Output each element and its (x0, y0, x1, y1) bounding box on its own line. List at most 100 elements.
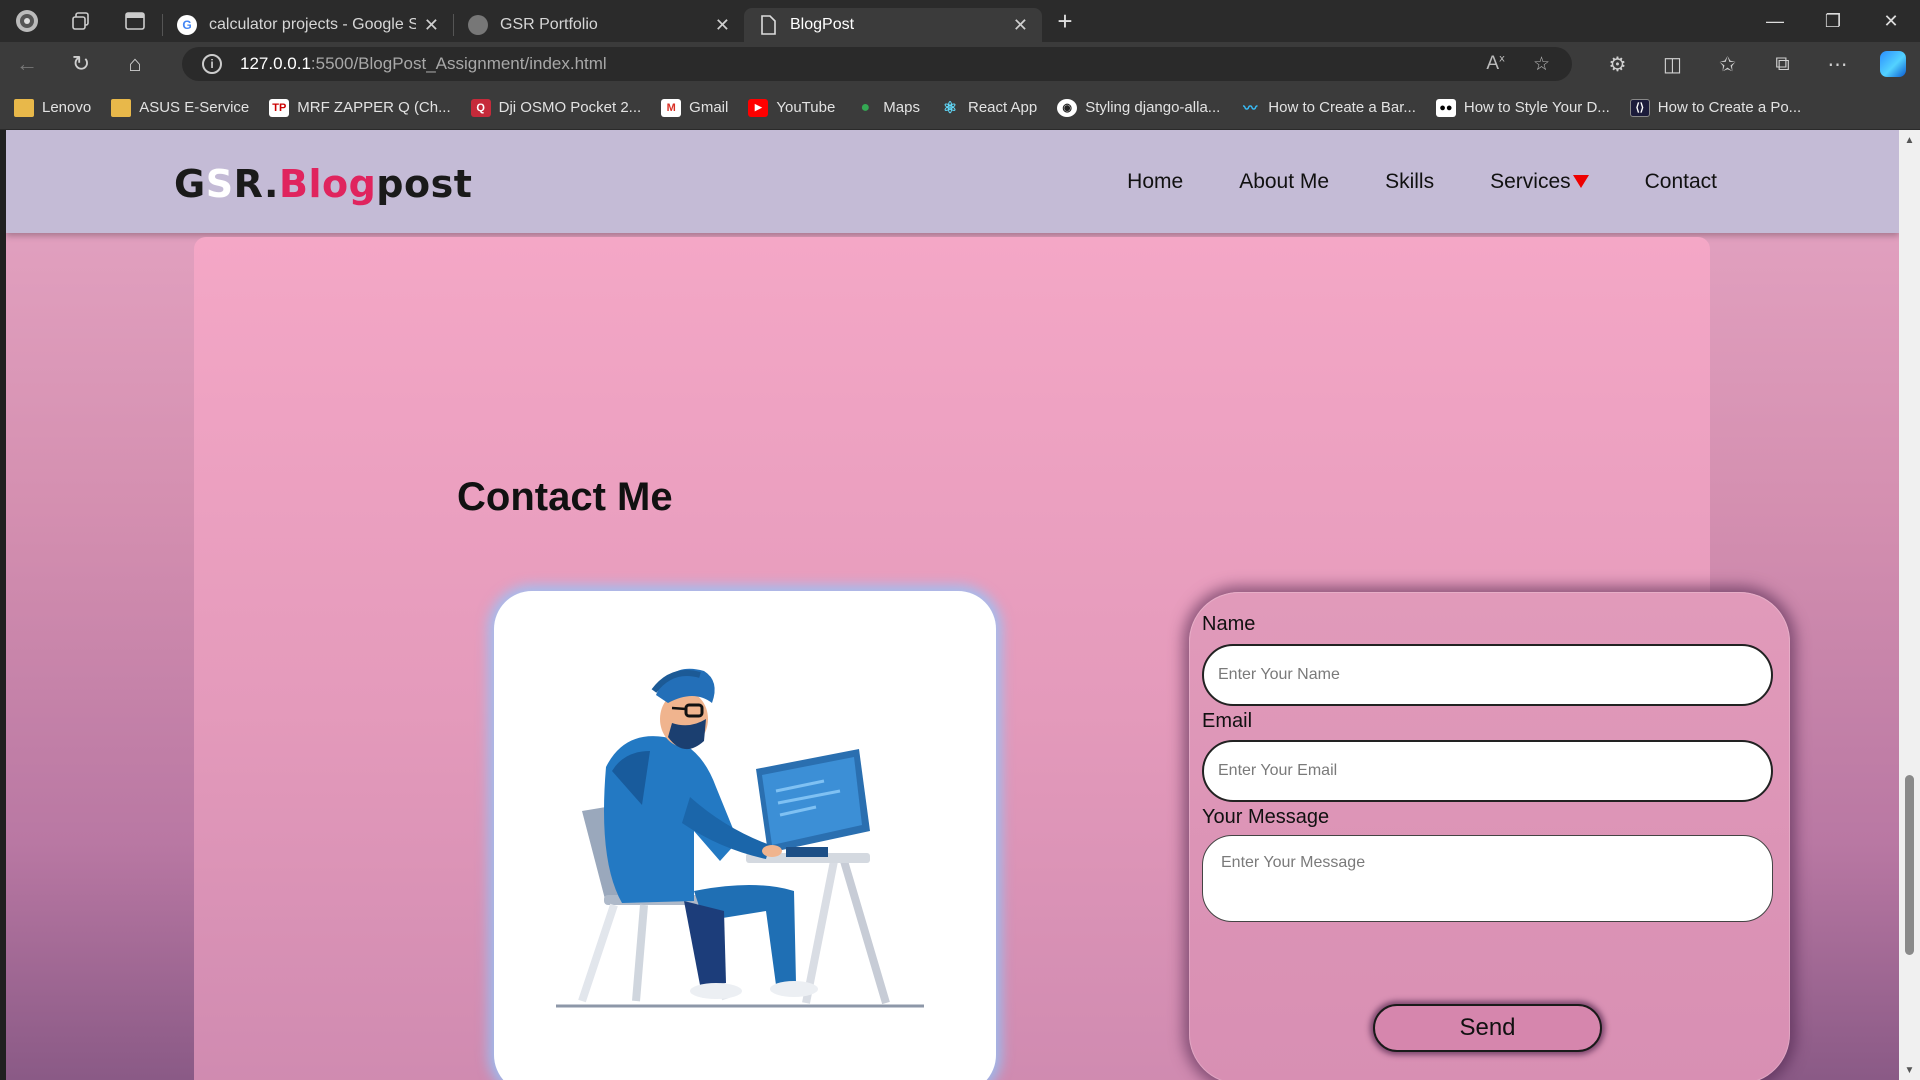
close-tab-icon[interactable]: ✕ (424, 15, 439, 36)
message-textarea[interactable] (1202, 835, 1773, 922)
bookmark-label: ASUS E-Service (139, 99, 250, 116)
name-input[interactable] (1202, 644, 1773, 706)
read-aloud-icon[interactable]: Aⅹ (1486, 53, 1505, 76)
site-logo[interactable]: GSR.Blogpost (174, 162, 472, 206)
close-window-icon[interactable]: ✕ (1862, 0, 1920, 42)
send-button[interactable]: Send (1373, 1004, 1602, 1052)
dev-icon: ⟨⟩ (1629, 98, 1650, 117)
email-input[interactable] (1202, 740, 1773, 802)
bookmark-label: How to Style Your D... (1463, 99, 1610, 116)
minimize-icon[interactable]: — (1746, 0, 1804, 42)
bookmark-label: How to Create a Po... (1657, 99, 1802, 116)
nav-services-label: Services (1490, 170, 1571, 193)
bookmark-react-app[interactable]: ⚛ React App (940, 99, 1037, 117)
tab-blogpost[interactable]: BlogPost ✕ (744, 8, 1042, 42)
nav-about-me[interactable]: About Me (1239, 170, 1329, 194)
react-icon: ⚛ (942, 99, 958, 117)
nav-contact[interactable]: Contact (1645, 170, 1717, 194)
contact-title: Contact Me (457, 475, 673, 519)
bookmark-maps[interactable]: ● Maps (855, 99, 920, 117)
tab-title: calculator projects - Google Sear (209, 16, 416, 33)
home-icon[interactable]: ⌂ (108, 42, 162, 86)
favorite-star-icon[interactable]: ☆ (1533, 53, 1550, 76)
bookmark-create-po[interactable]: ⟨⟩ How to Create a Po... (1629, 98, 1802, 117)
tab-title: BlogPost (790, 16, 855, 33)
folder-icon (14, 98, 34, 117)
browser-tab-bar: G calculator projects - Google Sear ✕ GS… (0, 0, 1920, 42)
contact-form: Name Email Your Message Send (1189, 592, 1790, 1080)
bookmark-gmail[interactable]: M Gmail (661, 98, 729, 117)
logo-letter-s: S (205, 162, 234, 206)
tailwind-icon: 〰 (1243, 99, 1258, 116)
page-icon (758, 15, 778, 35)
address-bar[interactable]: i 127.0.0.1:5500/BlogPost_Assignment/ind… (182, 47, 1572, 81)
folder-icon (111, 98, 132, 117)
main-nav: Home About Me Skills Services Contact (1071, 170, 1717, 194)
bookmark-label: React App (967, 99, 1038, 116)
tab-title: GSR Portfolio (500, 16, 598, 33)
q-icon: Q (470, 98, 491, 117)
bookmark-mrf[interactable]: TP MRF ZAPPER Q (Ch... (269, 98, 451, 117)
nav-skills[interactable]: Skills (1385, 170, 1434, 194)
bookmark-label: Maps (883, 99, 920, 116)
page-viewport: GSR.Blogpost Home About Me Skills Servic… (6, 130, 1899, 1080)
profile-icon[interactable] (0, 0, 54, 42)
bookmark-label: Lenovo (42, 99, 92, 116)
bookmark-label: YouTube (776, 99, 836, 116)
new-tab-button[interactable]: + (1042, 0, 1088, 42)
refresh-icon[interactable]: ↻ (54, 42, 108, 86)
logo-blog: Blog (278, 162, 377, 206)
logo-letter-g: G (174, 162, 206, 206)
url-host: 127.0.0.1 (240, 54, 311, 73)
tab-calculator-projects[interactable]: G calculator projects - Google Sear ✕ (163, 8, 453, 42)
close-tab-icon[interactable]: ✕ (715, 15, 730, 36)
site-header: GSR.Blogpost Home About Me Skills Servic… (6, 130, 1899, 233)
github-icon: ◉ (1057, 98, 1078, 117)
close-tab-icon[interactable]: ✕ (1013, 15, 1028, 36)
page-scrollbar[interactable]: ▲ ▼ (1899, 130, 1920, 1080)
bookmark-lenovo[interactable]: Lenovo (14, 98, 92, 117)
email-label: Email (1202, 710, 1253, 732)
bookmark-youtube[interactable]: ▶ YouTube (748, 98, 836, 117)
extensions-icon[interactable]: ⚙ (1590, 52, 1645, 77)
bookmark-create-bar[interactable]: 〰 How to Create a Bar... (1240, 99, 1416, 117)
scroll-down-icon[interactable]: ▼ (1899, 1060, 1920, 1080)
youtube-icon: ▶ (748, 98, 769, 117)
site-info-icon[interactable]: i (202, 54, 222, 74)
bookmark-styling-django[interactable]: ◉ Styling django-alla... (1057, 98, 1221, 117)
bookmark-label: How to Create a Bar... (1268, 99, 1416, 116)
more-icon[interactable]: ⋯ (1810, 52, 1865, 77)
developer-illustration (494, 591, 996, 1080)
restore-icon[interactable]: ❐ (1804, 0, 1862, 42)
nav-home[interactable]: Home (1127, 170, 1183, 194)
bookmark-asus[interactable]: ASUS E-Service (111, 98, 250, 117)
bookmark-label: MRF ZAPPER Q (Ch... (297, 99, 451, 116)
bookmark-dji[interactable]: Q Dji OSMO Pocket 2... (470, 98, 641, 117)
split-screen-icon[interactable]: ◫ (1645, 52, 1700, 77)
vertical-tabs-icon[interactable] (108, 0, 162, 42)
bookmark-label: Styling django-alla... (1085, 99, 1221, 116)
tab-gsr-portfolio[interactable]: GSR Portfolio ✕ (454, 8, 744, 42)
browser-toolbar: ← ↻ ⌂ i 127.0.0.1:5500/BlogPost_Assignme… (0, 42, 1920, 86)
message-label: Your Message (1202, 806, 1330, 828)
url-path: :5500/BlogPost_Assignment/index.html (310, 54, 607, 73)
copilot-icon[interactable] (1865, 51, 1920, 77)
logo-post: post (376, 162, 473, 206)
collections-icon[interactable]: ⧉ (1755, 53, 1810, 76)
dropdown-caret-icon (1572, 174, 1589, 188)
scroll-up-icon[interactable]: ▲ (1899, 130, 1920, 150)
portfolio-icon (468, 15, 488, 35)
nav-services[interactable]: Services (1490, 170, 1589, 194)
contact-section: Contact Me Name Enter Your Name Email En… (194, 237, 1790, 1080)
medium-icon: ●● (1435, 98, 1456, 117)
workspaces-icon[interactable] (54, 0, 108, 42)
bookmarks-bar: Lenovo ASUS E-Service TP MRF ZAPPER Q (Ch… (0, 86, 1920, 130)
bookmark-style-your[interactable]: ●● How to Style Your D... (1435, 98, 1610, 117)
scrollbar-thumb[interactable] (1905, 775, 1914, 955)
favorites-icon[interactable]: ✩ (1700, 52, 1755, 77)
google-icon: G (177, 15, 197, 35)
tp-icon: TP (269, 98, 290, 117)
back-icon[interactable]: ← (0, 42, 54, 86)
name-label: Name (1202, 613, 1256, 635)
bookmark-label: Gmail (689, 99, 729, 116)
